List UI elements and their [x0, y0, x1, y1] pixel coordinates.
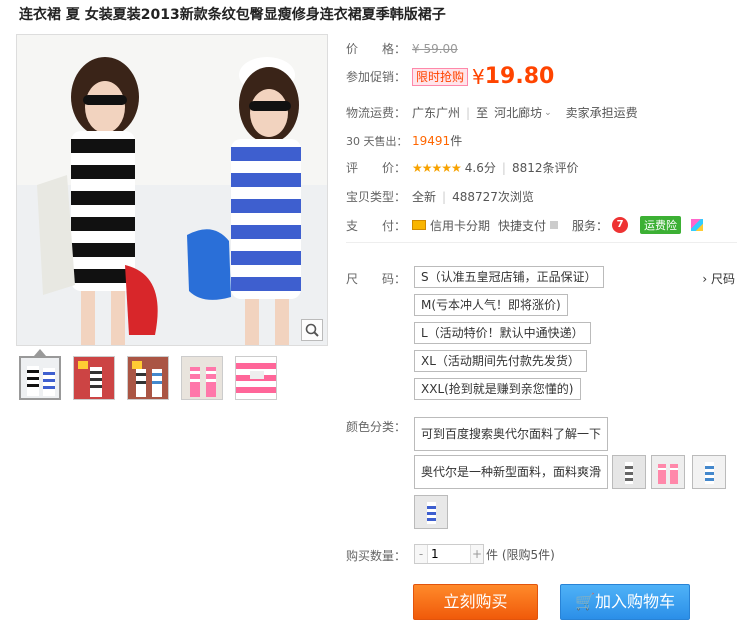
color-label: 颜色分类： — [346, 420, 407, 434]
promo-price: 19.80 — [484, 64, 555, 89]
rating-label: 评 价： — [346, 161, 407, 175]
installment-link[interactable]: 信用卡分期 — [430, 217, 490, 234]
color-option-thumb-2[interactable] — [651, 455, 685, 489]
original-price: ¥ 59.00 — [412, 41, 458, 56]
color-option-thumb-3[interactable] — [692, 455, 726, 489]
cart-icon: 🛒 — [575, 592, 595, 611]
rating-row: 评 价： ★★★★★ 4.6分 | 8812条评价 — [346, 159, 579, 176]
size-option-xl[interactable]: XL（活动期间先付款先发货） — [414, 350, 587, 372]
quantity-limit-note: 件 (限购5件) — [486, 547, 555, 562]
item-condition: 全新 — [412, 190, 437, 204]
rating-stars-icon: ★★★★★ — [412, 160, 462, 175]
size-label-row: 尺 码： — [346, 270, 412, 287]
quantity-control: - + 件 (限购5件) — [414, 544, 555, 564]
color-option-thumb-1[interactable] — [612, 455, 646, 489]
sales-label: 30 天售出： — [346, 134, 408, 148]
sales-unit: 件 — [450, 134, 463, 148]
promo-badge: 限时抢购 — [412, 67, 469, 86]
type-label: 宝贝类型： — [346, 190, 407, 204]
size-chart-link[interactable]: › 尺码 — [702, 270, 735, 287]
currency-symbol: ¥ — [472, 64, 485, 89]
payment-row: 支 付： 信用卡分期 快捷支付 服务： 7 运费险 — [346, 216, 704, 234]
shipping-note: 卖家承担运费 — [565, 106, 638, 120]
quantity-increment-button[interactable]: + — [471, 545, 483, 563]
thumbnail-strip — [19, 356, 277, 400]
thumbnail-1[interactable] — [19, 356, 61, 400]
service-label: 服务： — [572, 218, 609, 233]
thumbnail-pointer — [34, 349, 46, 356]
promo-label: 参加促销： — [346, 70, 407, 84]
shipping-label: 物流运费： — [346, 106, 407, 120]
sales-count[interactable]: 19491 — [412, 134, 450, 148]
credit-card-icon — [412, 220, 426, 230]
chevron-right-icon: › — [702, 272, 708, 286]
shipping-row: 物流运费： 广东广州 | 至 河北廊坊 ⌄ 卖家承担运费 — [346, 104, 638, 121]
view-count: 488727次浏览 — [452, 190, 534, 204]
zoom-icon[interactable] — [301, 319, 323, 341]
thumbnail-4[interactable] — [181, 356, 223, 400]
quantity-stepper: - + — [414, 544, 484, 564]
buy-now-button[interactable]: 立刻购买 — [413, 584, 538, 620]
thumbnail-3[interactable] — [127, 356, 169, 400]
thumbnail-5[interactable] — [235, 356, 277, 400]
chevron-down-icon[interactable]: ⌄ — [544, 108, 552, 118]
price-row: 价 格： ¥ 59.00 — [346, 40, 458, 57]
quantity-label: 购买数量： — [346, 549, 407, 563]
shipping-insurance-badge[interactable]: 运费险 — [640, 216, 682, 234]
add-to-cart-button[interactable]: 🛒加入购物车 — [560, 584, 690, 620]
color-label-row: 颜色分类： — [346, 418, 412, 435]
quantity-label-row: 购买数量： — [346, 547, 412, 564]
promo-row: 参加促销： 限时抢购 ¥ 19.80 — [346, 64, 554, 89]
service-flag-icon[interactable] — [691, 219, 704, 231]
sales-row: 30 天售出： 19491 件 — [346, 132, 462, 149]
quick-pay-link[interactable]: 快捷支付 — [498, 217, 546, 234]
quantity-decrement-button[interactable]: - — [415, 545, 427, 563]
size-option-l[interactable]: L（活动特价！默认中通快递） — [414, 322, 591, 344]
main-product-image[interactable] — [16, 34, 328, 346]
quantity-input[interactable] — [427, 545, 471, 563]
divider — [346, 242, 737, 243]
size-option-m[interactable]: M(亏本冲人气！即将涨价) — [414, 294, 568, 316]
size-option-xxl[interactable]: XXL(抢到就是赚到亲您懂的) — [414, 378, 581, 400]
seven-day-return-icon[interactable]: 7 — [612, 217, 629, 233]
color-option-thumb-4[interactable] — [414, 495, 448, 529]
ship-sep: 至 — [476, 106, 489, 120]
ship-to-selector[interactable]: 河北廊坊 — [494, 104, 542, 121]
color-option-text-1[interactable]: 可到百度搜索奥代尔面料了解一下 — [414, 417, 609, 451]
rating-score: 4.6分 — [464, 161, 496, 175]
color-option-text-2[interactable]: 奥代尔是一种新型面料，面料爽滑 — [414, 455, 609, 489]
type-row: 宝贝类型： 全新 | 488727次浏览 — [346, 189, 534, 205]
review-count[interactable]: 8812条评价 — [512, 159, 579, 176]
price-label: 价 格： — [346, 42, 407, 56]
size-option-s[interactable]: S（认准五皇冠店铺，正品保证） — [414, 266, 604, 288]
size-label: 尺 码： — [346, 272, 407, 286]
ship-from: 广东广州 — [412, 106, 461, 120]
thumbnail-2[interactable] — [73, 356, 115, 400]
product-title: 连衣裙 夏 女装夏装2013新款条纹包臀显瘦修身连衣裙夏季韩版裙子 — [19, 7, 446, 23]
pay-info-icon[interactable] — [550, 221, 559, 229]
payment-label: 支 付： — [346, 218, 407, 233]
